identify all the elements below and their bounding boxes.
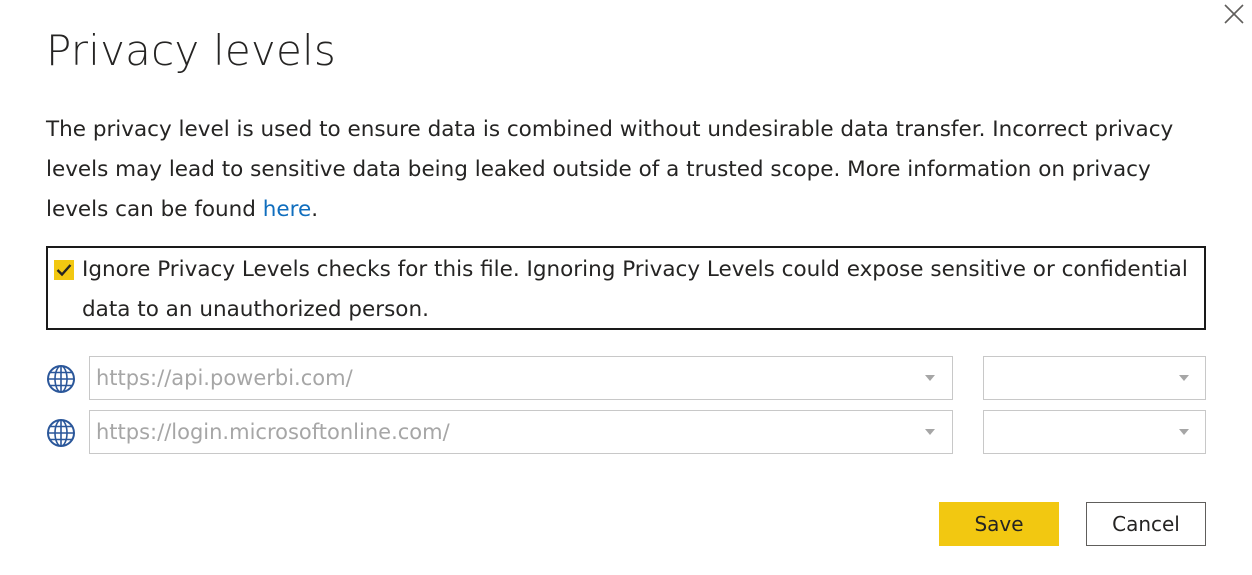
- dialog-title: Privacy levels: [46, 26, 336, 75]
- chevron-down-icon: [925, 375, 935, 381]
- source-url-dropdown[interactable]: https://api.powerbi.com/: [89, 356, 953, 400]
- source-row: https://api.powerbi.com/: [46, 356, 1206, 400]
- ignore-privacy-checkbox[interactable]: [54, 260, 74, 280]
- chevron-down-icon: [1179, 429, 1189, 435]
- source-url-value: https://api.powerbi.com/: [96, 366, 353, 390]
- privacy-level-dropdown[interactable]: [983, 410, 1206, 454]
- source-url-dropdown[interactable]: https://login.microsoftonline.com/: [89, 410, 953, 454]
- cancel-button[interactable]: Cancel: [1086, 502, 1206, 546]
- save-button[interactable]: Save: [939, 502, 1059, 546]
- source-url-value: https://login.microsoftonline.com/: [96, 420, 450, 444]
- close-icon: [1224, 4, 1244, 24]
- ignore-privacy-label: Ignore Privacy Levels checks for this fi…: [82, 257, 1188, 322]
- chevron-down-icon: [925, 429, 935, 435]
- ignore-privacy-box: Ignore Privacy Levels checks for this fi…: [46, 246, 1206, 330]
- close-button[interactable]: [1222, 2, 1246, 26]
- checkmark-icon: [56, 264, 72, 277]
- globe-icon: [47, 365, 75, 393]
- chevron-down-icon: [1179, 375, 1189, 381]
- source-row: https://login.microsoftonline.com/: [46, 410, 1206, 454]
- description-paragraph: The privacy level is used to ensure data…: [46, 110, 1216, 230]
- globe-icon: [47, 419, 75, 447]
- privacy-level-dropdown[interactable]: [983, 356, 1206, 400]
- description-text: The privacy level is used to ensure data…: [46, 117, 1174, 222]
- more-info-link[interactable]: here: [263, 197, 311, 222]
- description-end: .: [311, 197, 319, 222]
